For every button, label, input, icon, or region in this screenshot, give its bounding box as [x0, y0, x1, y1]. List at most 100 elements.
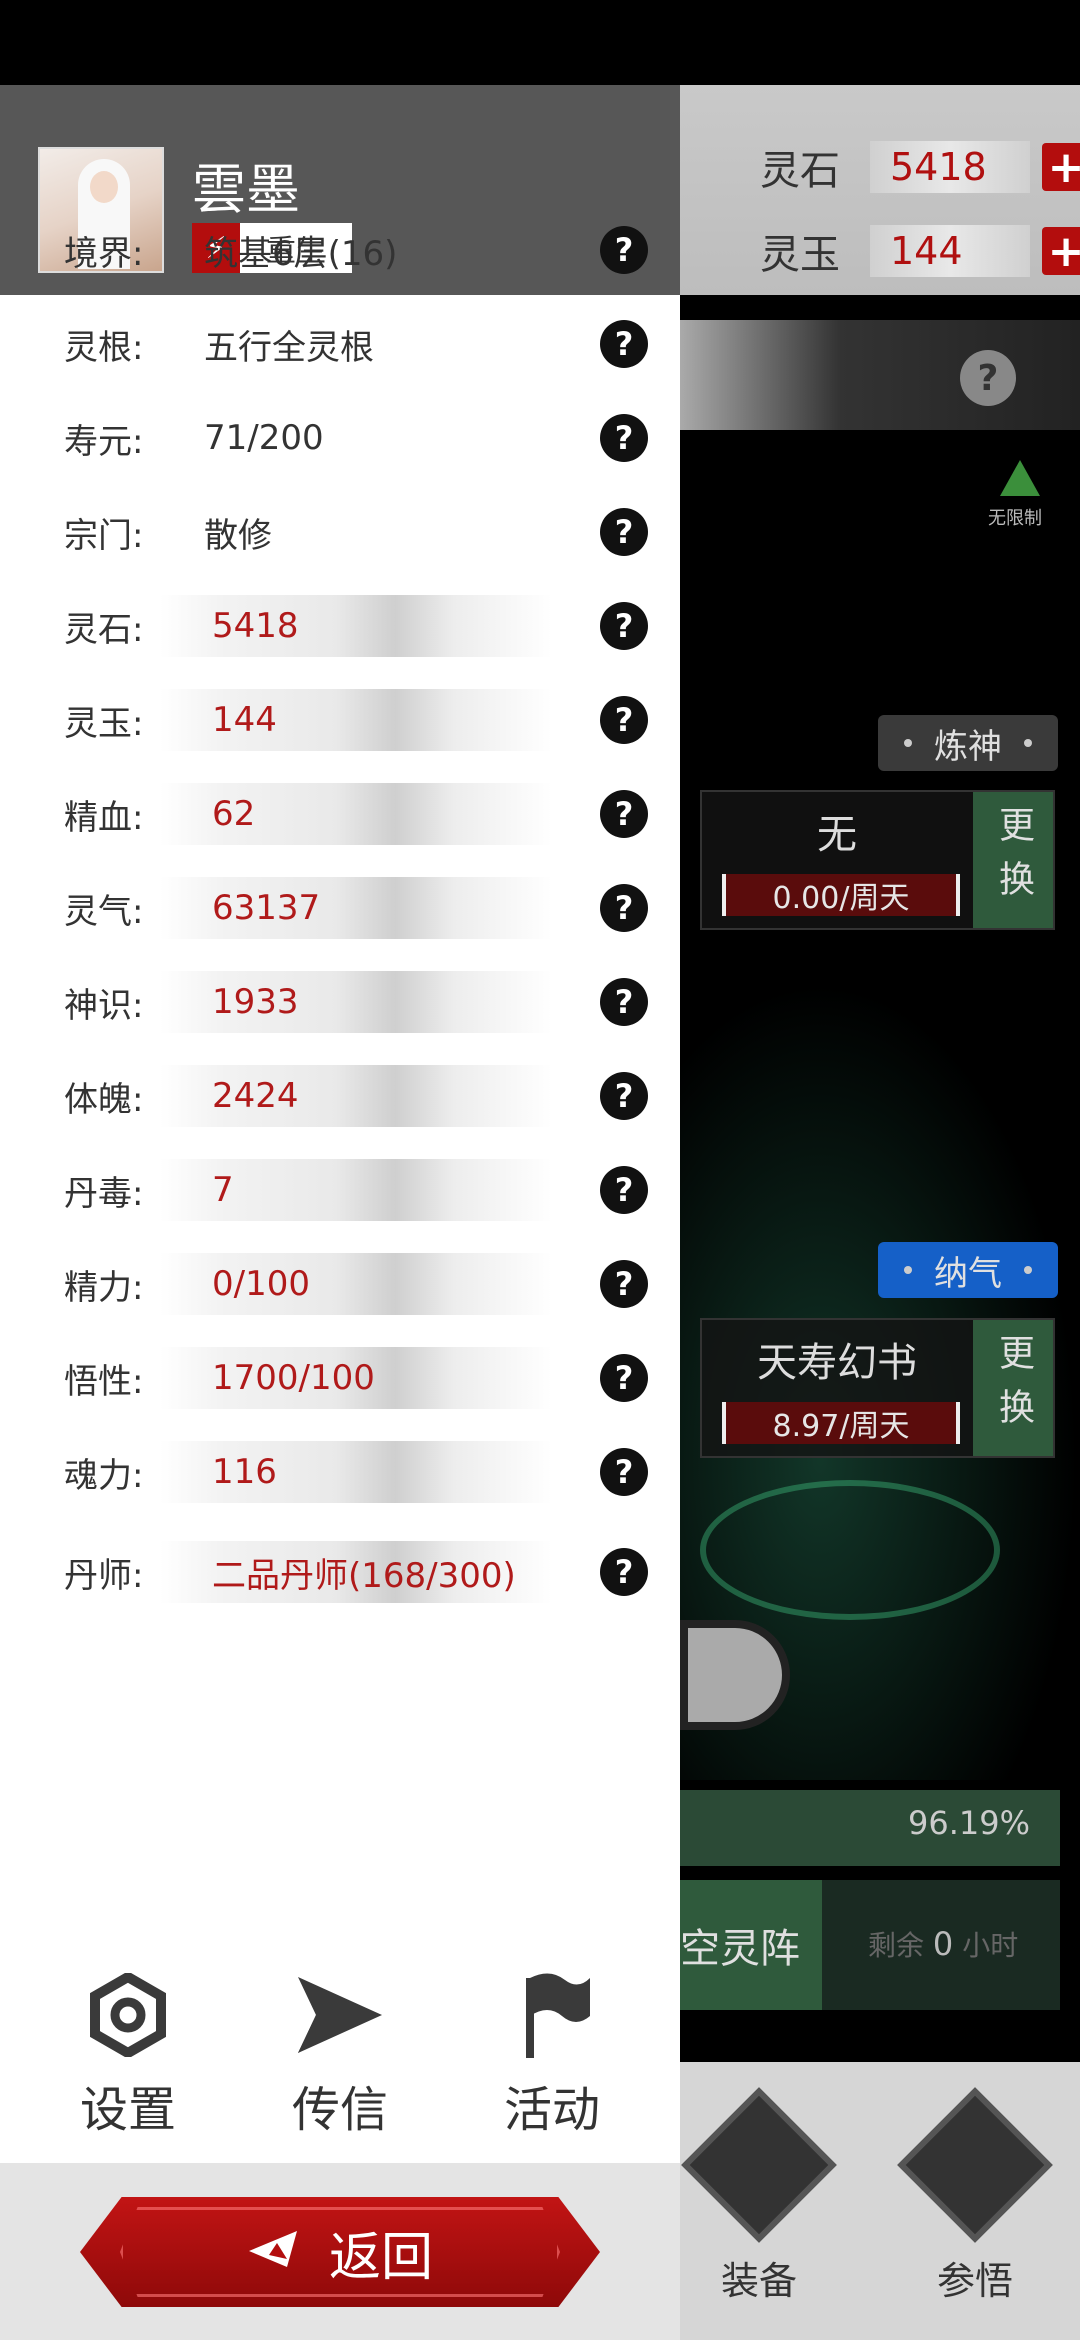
help-icon[interactable]: ?	[600, 414, 648, 462]
help-icon[interactable]: ?	[600, 1448, 648, 1496]
back-arrow-icon	[247, 2222, 299, 2282]
resource-lingyu: 灵玉 144 +	[760, 222, 1080, 280]
stat-label: 灵根:	[64, 327, 144, 368]
back-button[interactable]: 返回	[80, 2197, 600, 2307]
dot-icon	[1024, 1266, 1032, 1274]
stat-label: 精力:	[64, 1267, 144, 1308]
help-icon[interactable]: ?	[600, 1166, 648, 1214]
help-icon[interactable]: ?	[600, 508, 648, 556]
stat-value: 五行全灵根	[204, 327, 374, 368]
add-lingyu-button[interactable]: +	[1042, 226, 1080, 277]
back-button-content: 返回	[80, 2197, 600, 2307]
nav-equipment[interactable]: 装备	[681, 2087, 837, 2305]
help-icon[interactable]: ?	[600, 978, 648, 1026]
stat-row-lifespan: 寿元: 71/200 ?	[0, 403, 680, 473]
remaining-prefix: 剩余	[868, 1929, 925, 1962]
nav-settings[interactable]: 设置	[38, 1970, 218, 2140]
stat-value: 1933	[212, 982, 299, 1022]
spirit-array-remaining: 剩余 0 小时	[868, 1924, 1018, 1964]
nav-label: 传信	[291, 2082, 388, 2138]
refine-tag-label: 炼神	[934, 726, 1002, 767]
book-icon	[897, 2087, 1053, 2243]
player-name: 雲墨	[192, 158, 300, 221]
remaining-suffix: 小时	[962, 1929, 1019, 1962]
stat-row-alchemist: 丹师: 二品丹师(168/300) ?	[0, 1537, 680, 1607]
stat-label: 魂力:	[64, 1455, 144, 1496]
stat-value: 71/200	[204, 418, 324, 458]
resource-lingshi: 灵石 5418 +	[760, 138, 1080, 196]
stat-row-realm: 境界: 筑基6层(16) ?	[0, 215, 680, 285]
stat-label: 宗门:	[64, 515, 144, 556]
dot-icon	[904, 1266, 912, 1274]
absorb-tag[interactable]: 纳气	[878, 1242, 1058, 1298]
sword-icon	[681, 2087, 837, 2243]
nav-activity[interactable]: 活动	[462, 1970, 642, 2140]
nav-label: 活动	[503, 2082, 600, 2138]
stat-value: 筑基6层(16)	[204, 233, 398, 274]
stat-value: 二品丹师(168/300)	[212, 1555, 516, 1596]
back-label: 返回	[328, 2227, 433, 2288]
refine-tag[interactable]: 炼神	[878, 715, 1058, 771]
help-icon[interactable]: ?	[600, 884, 648, 932]
change-technique-button[interactable]: 更换	[973, 1320, 1053, 1456]
spirit-array[interactable]: 空灵阵 剩余 0 小时	[680, 1880, 1060, 2010]
nav-message[interactable]: 传信	[250, 1970, 430, 2140]
background-banner: ?	[680, 320, 1080, 430]
resource-value: 144	[870, 225, 1030, 277]
nav-comprehend[interactable]: 参悟	[897, 2087, 1053, 2305]
progress-text: 96.19%	[907, 1804, 1030, 1842]
stat-value: 2424	[212, 1076, 299, 1116]
stat-row-spirit-qi: 灵气: 63137 ?	[0, 873, 680, 943]
change-label: 更换	[993, 1334, 1034, 1442]
stat-label: 丹毒:	[64, 1173, 144, 1214]
stat-value: 5418	[212, 606, 299, 646]
stat-label: 神识:	[64, 985, 144, 1026]
stat-value: 0/100	[212, 1264, 310, 1304]
pagoda-icon	[1000, 460, 1040, 496]
cultivation-ring	[700, 1480, 1000, 1620]
stat-row-soul-power: 魂力: 116 ?	[0, 1437, 680, 1507]
technique-name: 天寿幻书	[757, 1340, 917, 1386]
change-technique-button[interactable]: 更换	[973, 792, 1053, 928]
stat-label: 境界:	[64, 233, 144, 274]
spirit-array-label: 空灵阵	[680, 1880, 822, 2010]
technique-name: 无	[817, 812, 857, 858]
help-icon[interactable]: ?	[600, 602, 648, 650]
stat-row-energy: 精力: 0/100 ?	[0, 1249, 680, 1319]
stat-label: 寿元:	[64, 421, 144, 462]
send-icon	[250, 1970, 430, 2060]
dot-icon	[1024, 739, 1032, 747]
technique-rate: 8.97/周天	[722, 1402, 960, 1444]
help-icon[interactable]: ?	[600, 226, 648, 274]
absorb-tag-label: 纳气	[934, 1253, 1002, 1294]
stat-label: 灵气:	[64, 891, 144, 932]
gear-icon	[38, 1970, 218, 2060]
stat-row-pill-toxin: 丹毒: 7 ?	[0, 1155, 680, 1225]
help-icon[interactable]: ?	[600, 696, 648, 744]
technique-rate: 0.00/周天	[722, 874, 960, 916]
technique-slot-2: 天寿幻书 8.97/周天 更换	[700, 1318, 1055, 1458]
stat-label: 精血:	[64, 797, 144, 838]
help-icon[interactable]: ?	[960, 350, 1016, 406]
help-icon[interactable]: ?	[600, 1260, 648, 1308]
stat-row-lingyu: 灵玉: 144 ?	[0, 685, 680, 755]
unlimited-indicator[interactable]: 无限制	[988, 460, 1050, 530]
stat-value: 116	[212, 1452, 277, 1492]
stat-value: 144	[212, 700, 277, 740]
help-icon[interactable]: ?	[600, 1354, 648, 1402]
resource-value: 5418	[870, 141, 1030, 193]
stat-row-divine-sense: 神识: 1933 ?	[0, 967, 680, 1037]
add-lingshi-button[interactable]: +	[1042, 142, 1080, 193]
character-side-panel: 雲墨 ⚡ 重生 境界: 筑基6层(16) ? 灵根: 五行全灵根 ? 寿元: 7…	[0, 85, 680, 2340]
help-icon[interactable]: ?	[600, 1548, 648, 1596]
help-icon[interactable]: ?	[600, 320, 648, 368]
help-icon[interactable]: ?	[600, 1072, 648, 1120]
stat-value: 63137	[212, 888, 321, 928]
flag-icon	[462, 1970, 642, 2060]
cultivate-button[interactable]	[680, 1620, 790, 1730]
help-icon[interactable]: ?	[600, 790, 648, 838]
stat-label: 悟性:	[64, 1361, 144, 1402]
stat-label: 体魄:	[64, 1079, 144, 1120]
stat-value: 62	[212, 794, 256, 834]
technique-slot-1: 无 0.00/周天 更换	[700, 790, 1055, 930]
